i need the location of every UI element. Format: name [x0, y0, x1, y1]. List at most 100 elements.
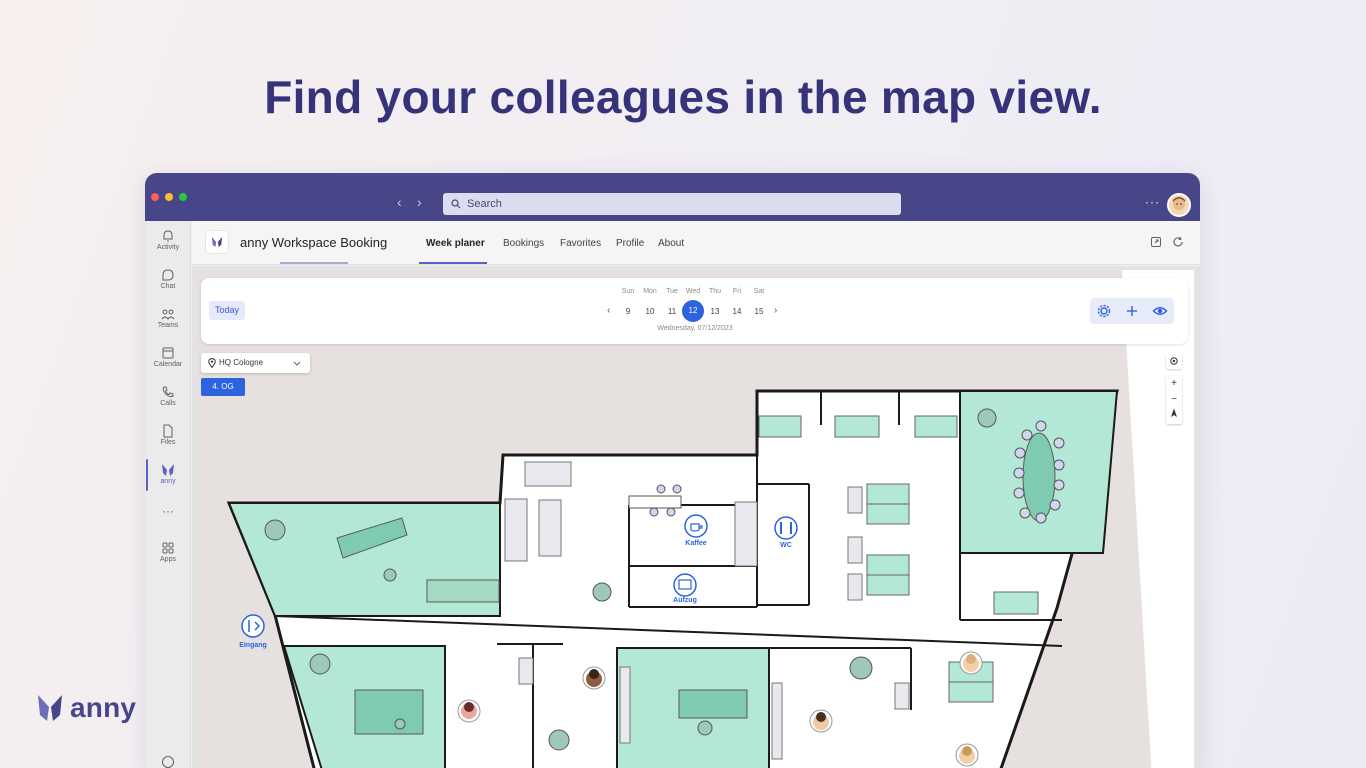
chat-icon: [162, 269, 174, 281]
day-of-week: Tue: [666, 288, 678, 295]
day-number[interactable]: 14: [726, 307, 748, 316]
anny-icon: [162, 464, 174, 476]
day-of-week: Wed: [685, 288, 701, 295]
user-avatar[interactable]: [1167, 193, 1191, 217]
apps-icon: [162, 542, 174, 554]
phone-icon: [162, 386, 174, 398]
floor-button[interactable]: 4. OG: [201, 378, 245, 396]
rail-item-apps[interactable]: Apps: [145, 541, 191, 563]
anny-app-icon: [211, 236, 223, 248]
settings-icon[interactable]: [1096, 303, 1112, 319]
eye-icon[interactable]: [1152, 303, 1168, 319]
day-of-week: Fri: [732, 288, 742, 295]
rail-label: Calls: [160, 400, 176, 407]
eingang-label: Eingang: [239, 642, 267, 649]
rail-item-calls[interactable]: Calls: [145, 385, 191, 407]
day-number[interactable]: 11: [661, 307, 683, 316]
close-window-button[interactable]: [151, 193, 159, 201]
content-area: Kaffee WC Aufzug Eingang Today ‹ Sun Mon: [192, 266, 1200, 768]
aufzug-label: Aufzug: [673, 597, 697, 604]
today-button[interactable]: Today: [209, 301, 245, 320]
selected-date-label: Wednesday, 07/12/2023: [657, 325, 733, 332]
search-icon: [451, 199, 461, 209]
week-planner: Today ‹ Sun Mon Tue Wed Thu Fri Sat 9 10…: [201, 278, 1188, 344]
zoom-controls: + −: [1166, 376, 1182, 424]
chevron-down-icon: [293, 361, 301, 366]
colleague-avatar: [582, 666, 606, 690]
help-icon: [162, 756, 174, 768]
day-number[interactable]: 10: [639, 307, 661, 316]
tab-bookings[interactable]: Bookings: [503, 238, 544, 249]
back-arrow-icon[interactable]: ‹: [397, 195, 402, 209]
colleague-avatar: [959, 651, 983, 675]
rail-label: Chat: [160, 283, 176, 290]
headline: Find your colleagues in the map view.: [264, 71, 1102, 123]
next-week-icon[interactable]: ›: [774, 305, 777, 316]
locate-me-button[interactable]: [1166, 353, 1182, 369]
day-number[interactable]: 15: [748, 307, 770, 316]
crosshair-icon: [1170, 357, 1178, 365]
rail-label: Apps: [160, 556, 176, 563]
colleague-avatar: [955, 743, 979, 767]
floor-map[interactable]: Kaffee WC Aufzug Eingang Today ‹ Sun Mon: [197, 270, 1194, 768]
rail-item-teams[interactable]: Teams: [145, 307, 191, 329]
app-title: anny Workspace Booking: [240, 235, 388, 250]
floor-plan: Kaffee WC Aufzug Eingang: [197, 270, 1194, 768]
day-of-week: Mon: [643, 288, 657, 295]
rail-label: Files: [160, 439, 176, 446]
kaffee-label: Kaffee: [685, 540, 707, 547]
zoom-out-button[interactable]: −: [1166, 392, 1182, 408]
map-tools: [1090, 298, 1174, 324]
tab-profile[interactable]: Profile: [616, 238, 644, 249]
prev-week-icon[interactable]: ‹: [607, 305, 610, 316]
location-value: HQ Cologne: [219, 358, 264, 367]
more-options-button[interactable]: ···: [1145, 195, 1160, 209]
compass-button[interactable]: [1166, 408, 1182, 424]
refresh-icon[interactable]: [1172, 236, 1184, 248]
rail-more-button[interactable]: ···: [145, 504, 191, 518]
app-logo: [206, 231, 228, 253]
zoom-in-button[interactable]: +: [1166, 376, 1182, 392]
selected-day[interactable]: 12: [682, 300, 704, 322]
add-icon[interactable]: [1124, 303, 1140, 319]
tab-favorites[interactable]: Favorites: [560, 238, 601, 249]
help-button[interactable]: [145, 755, 191, 768]
rail-item-activity[interactable]: Activity: [145, 229, 191, 251]
title-bar: ‹ › Search ···: [145, 173, 1200, 221]
app-header: anny Workspace Booking Week planer Booki…: [192, 221, 1200, 265]
app-rail: Activity Chat Teams Calendar Calls Files…: [145, 221, 191, 768]
tab-week-planer[interactable]: Week planer: [426, 238, 485, 249]
forward-arrow-icon[interactable]: ›: [417, 195, 422, 209]
rail-label: Teams: [157, 322, 179, 329]
compass-icon: [1171, 408, 1177, 417]
minimize-window-button[interactable]: [165, 193, 173, 201]
butterfly-logo-icon: [38, 695, 62, 721]
day-of-week: Sat: [753, 288, 765, 295]
tab-about[interactable]: About: [658, 238, 684, 249]
day-of-week: Thu: [708, 288, 722, 295]
rail-item-anny[interactable]: anny: [145, 463, 191, 485]
search-input[interactable]: Search: [443, 193, 901, 215]
teams-window: ‹ › Search ··· Activity Chat Teams Calen…: [145, 173, 1200, 768]
brand-logo: anny: [36, 692, 136, 724]
day-number[interactable]: 13: [704, 307, 726, 316]
active-tab-indicator: [419, 262, 487, 264]
location-pin-icon: [208, 358, 216, 368]
rail-label: Calendar: [153, 361, 183, 368]
day-number[interactable]: 9: [617, 307, 639, 316]
day-of-week: Sun: [621, 288, 635, 295]
rail-item-files[interactable]: Files: [145, 424, 191, 446]
title-underline: [280, 262, 348, 264]
rail-label: anny: [160, 478, 176, 485]
colleague-avatar: [457, 699, 481, 723]
rail-item-chat[interactable]: Chat: [145, 268, 191, 290]
calendar-icon: [162, 347, 174, 359]
brand-name: anny: [70, 692, 137, 723]
colleague-avatar: [809, 709, 833, 733]
popout-icon[interactable]: [1150, 236, 1162, 248]
bell-icon: [163, 230, 173, 242]
location-select[interactable]: HQ Cologne: [201, 353, 310, 373]
teams-icon: [161, 309, 175, 320]
rail-item-calendar[interactable]: Calendar: [145, 346, 191, 368]
maximize-window-button[interactable]: [179, 193, 187, 201]
